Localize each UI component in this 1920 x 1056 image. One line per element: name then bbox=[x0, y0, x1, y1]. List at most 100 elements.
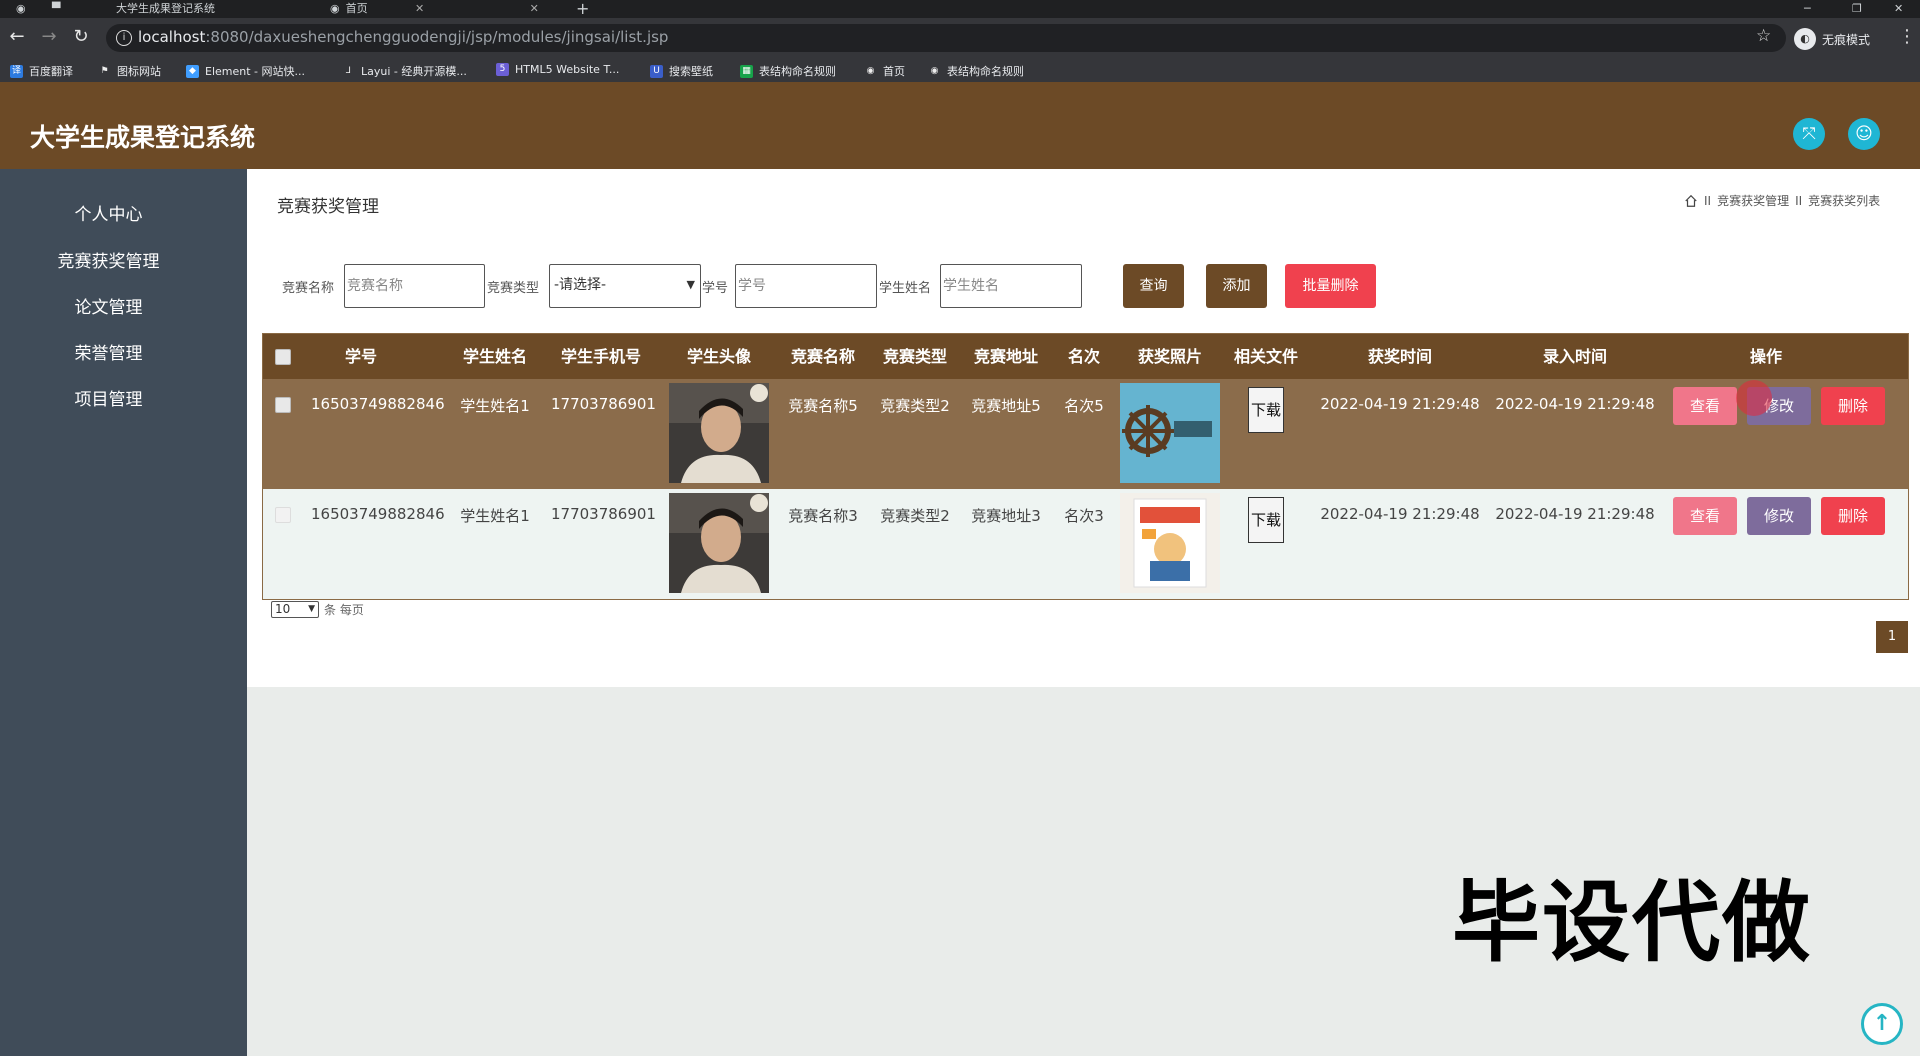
bookmark-label: 百度翻译 bbox=[29, 65, 73, 78]
chrome-icon: ◉ bbox=[16, 2, 26, 15]
row-checkbox[interactable] bbox=[275, 397, 291, 413]
fullscreen-icon[interactable]: ⤧ bbox=[1793, 118, 1825, 150]
student-id-input[interactable] bbox=[735, 264, 877, 308]
cell-rank: 名次5 bbox=[1064, 397, 1104, 415]
bookmark-item[interactable]: ▦ 表结构命名规则 bbox=[740, 63, 836, 79]
bookmark-star-icon[interactable]: ☆ bbox=[1756, 26, 1771, 46]
wallpaper-icon: U bbox=[650, 64, 663, 78]
app-header bbox=[0, 82, 1920, 169]
arrow-up-icon[interactable]: ↑ bbox=[1861, 1003, 1903, 1045]
edit-button[interactable]: 修改 bbox=[1747, 497, 1811, 535]
page-size-control: 10 ▼ 条 每页 bbox=[271, 601, 364, 618]
home-icon[interactable] bbox=[1684, 194, 1698, 208]
add-button[interactable]: 添加 bbox=[1206, 264, 1267, 308]
tab-title: 大学生成果登记系统 bbox=[116, 2, 215, 15]
url-text[interactable]: localhost:8080/daxueshengchengguodengji/… bbox=[138, 28, 668, 46]
globe-icon: ◉ bbox=[866, 65, 875, 76]
col-entry-time: 录入时间 bbox=[1542, 347, 1607, 366]
breadcrumb-item[interactable]: 竞赛获奖管理 bbox=[1717, 192, 1789, 209]
close-window-icon[interactable]: ✕ bbox=[1894, 0, 1903, 18]
maximize-icon[interactable]: ❐ bbox=[1852, 0, 1862, 18]
view-button[interactable]: 查看 bbox=[1673, 497, 1737, 535]
cell-student-name: 学生姓名1 bbox=[460, 507, 530, 525]
download-button[interactable]: 下载 bbox=[1248, 387, 1284, 433]
bookmark-item[interactable]: ◉ 首页 bbox=[864, 63, 905, 79]
col-contest-address: 竞赛地址 bbox=[973, 347, 1038, 366]
delete-button[interactable]: 删除 bbox=[1821, 387, 1885, 425]
forward-icon[interactable]: → bbox=[38, 26, 60, 48]
close-icon[interactable]: ✕ bbox=[530, 3, 539, 15]
flag-icon: ⚑ bbox=[100, 65, 109, 76]
student-name-input[interactable] bbox=[940, 264, 1082, 308]
url-host: localhost bbox=[138, 28, 206, 46]
student-name-label: 学生姓名 bbox=[879, 281, 932, 296]
contest-type-select[interactable]: -请选择- ▼ bbox=[549, 264, 701, 308]
bookmark-item[interactable]: ⚑ 图标网站 bbox=[98, 63, 161, 79]
url-path: :8080/daxueshengchengguodengji/jsp/modul… bbox=[205, 28, 669, 46]
back-icon[interactable]: ← bbox=[6, 26, 28, 48]
bookmark-label: 图标网站 bbox=[117, 65, 161, 78]
app-title: 大学生成果登记系统 bbox=[30, 123, 256, 152]
table-row[interactable]: 16503749882846 学生姓名1 17703786901 竞赛名称3 竞… bbox=[263, 489, 1908, 599]
view-button[interactable]: 查看 bbox=[1673, 387, 1737, 425]
bookmark-item[interactable]: 5 HTML5 Website T... bbox=[496, 63, 619, 76]
cell-entry-time: 2022-04-19 21:29:48 bbox=[1495, 395, 1655, 413]
bookmark-label: Element - 网站快... bbox=[205, 65, 305, 78]
browser-tab[interactable]: ◉ 首页 ✕ bbox=[330, 0, 539, 18]
sidebar-item-honors[interactable]: 荣誉管理 bbox=[0, 339, 217, 364]
cell-entry-time: 2022-04-19 21:29:48 bbox=[1495, 505, 1655, 523]
col-award-time: 获奖时间 bbox=[1367, 347, 1432, 366]
sidebar-item-papers[interactable]: 论文管理 bbox=[0, 293, 217, 318]
query-button[interactable]: 查询 bbox=[1123, 264, 1184, 308]
watermark-text: 毕设代做 bbox=[1452, 871, 1813, 974]
bookmark-label: 表结构命名规则 bbox=[759, 65, 836, 78]
cell-contest-type: 竞赛类型2 bbox=[880, 397, 950, 415]
contest-type-value: -请选择- bbox=[554, 277, 607, 293]
breadcrumb-item: 竞赛获奖列表 bbox=[1808, 194, 1881, 208]
batch-delete-button[interactable]: 批量删除 bbox=[1285, 264, 1376, 308]
col-avatar: 学生头像 bbox=[686, 347, 751, 366]
delete-button[interactable]: 删除 bbox=[1821, 497, 1885, 535]
breadcrumb: II 竞赛获奖管理 II 竞赛获奖列表 bbox=[1684, 192, 1880, 209]
menu-dots-icon[interactable]: ⋮ bbox=[1898, 26, 1916, 47]
sidebar-item-contest-awards[interactable]: 竞赛获奖管理 bbox=[0, 247, 217, 272]
contest-type-label: 竞赛类型 bbox=[487, 281, 540, 296]
user-icon[interactable]: ☺ bbox=[1848, 118, 1880, 150]
page-button-current[interactable]: 1 bbox=[1876, 621, 1908, 653]
col-award-photo: 获奖照片 bbox=[1137, 347, 1202, 366]
bookmark-item[interactable]: ◉ 表结构命名规则 bbox=[928, 63, 1024, 79]
sidebar-item-projects[interactable]: 项目管理 bbox=[0, 385, 217, 410]
breadcrumb-sep: II bbox=[1795, 193, 1803, 208]
contest-name-input[interactable] bbox=[344, 264, 485, 308]
col-rank: 名次 bbox=[1067, 347, 1100, 366]
download-button[interactable]: 下载 bbox=[1248, 497, 1284, 543]
info-icon[interactable]: i bbox=[116, 30, 132, 46]
bookmark-item[interactable]: U 搜索壁纸 bbox=[650, 63, 713, 79]
reload-icon[interactable]: ↻ bbox=[70, 26, 92, 48]
layui-icon: ⅃ bbox=[345, 65, 351, 76]
bookmark-label: Layui - 经典开源模... bbox=[361, 65, 467, 78]
student-avatar-image bbox=[669, 383, 769, 483]
incognito-indicator[interactable]: ◐ 无痕模式 bbox=[1794, 28, 1870, 50]
cell-phone: 17703786901 bbox=[551, 395, 656, 413]
minimize-icon[interactable]: ─ bbox=[1804, 0, 1811, 18]
award-photo-image bbox=[1120, 383, 1220, 483]
cell-rank: 名次3 bbox=[1064, 507, 1104, 525]
bookmark-item[interactable]: ◆ Element - 网站快... bbox=[186, 63, 305, 79]
page-size-value: 10 bbox=[275, 602, 291, 616]
row-checkbox[interactable] bbox=[275, 507, 291, 523]
globe-icon: ◉ bbox=[930, 65, 939, 76]
col-contest-type: 竞赛类型 bbox=[882, 347, 947, 366]
col-file: 相关文件 bbox=[1233, 347, 1298, 366]
new-tab-icon[interactable]: + bbox=[576, 0, 589, 18]
select-all-checkbox[interactable] bbox=[275, 349, 291, 365]
bookmark-item[interactable]: ⅃ Layui - 经典开源模... bbox=[342, 63, 467, 79]
table-row[interactable]: 16503749882846 学生姓名1 17703786901 竞赛名称5 竞… bbox=[263, 379, 1908, 489]
bookmark-item[interactable]: 译百度翻译 bbox=[10, 63, 73, 79]
chevron-down-icon: ▼ bbox=[308, 604, 315, 614]
cell-student-name: 学生姓名1 bbox=[460, 397, 530, 415]
sidebar-item-personal[interactable]: 个人中心 bbox=[0, 200, 217, 225]
bookmark-label: 表结构命名规则 bbox=[947, 65, 1024, 78]
breadcrumb-sep: II bbox=[1704, 193, 1712, 208]
page-size-select[interactable]: 10 ▼ bbox=[271, 601, 319, 618]
